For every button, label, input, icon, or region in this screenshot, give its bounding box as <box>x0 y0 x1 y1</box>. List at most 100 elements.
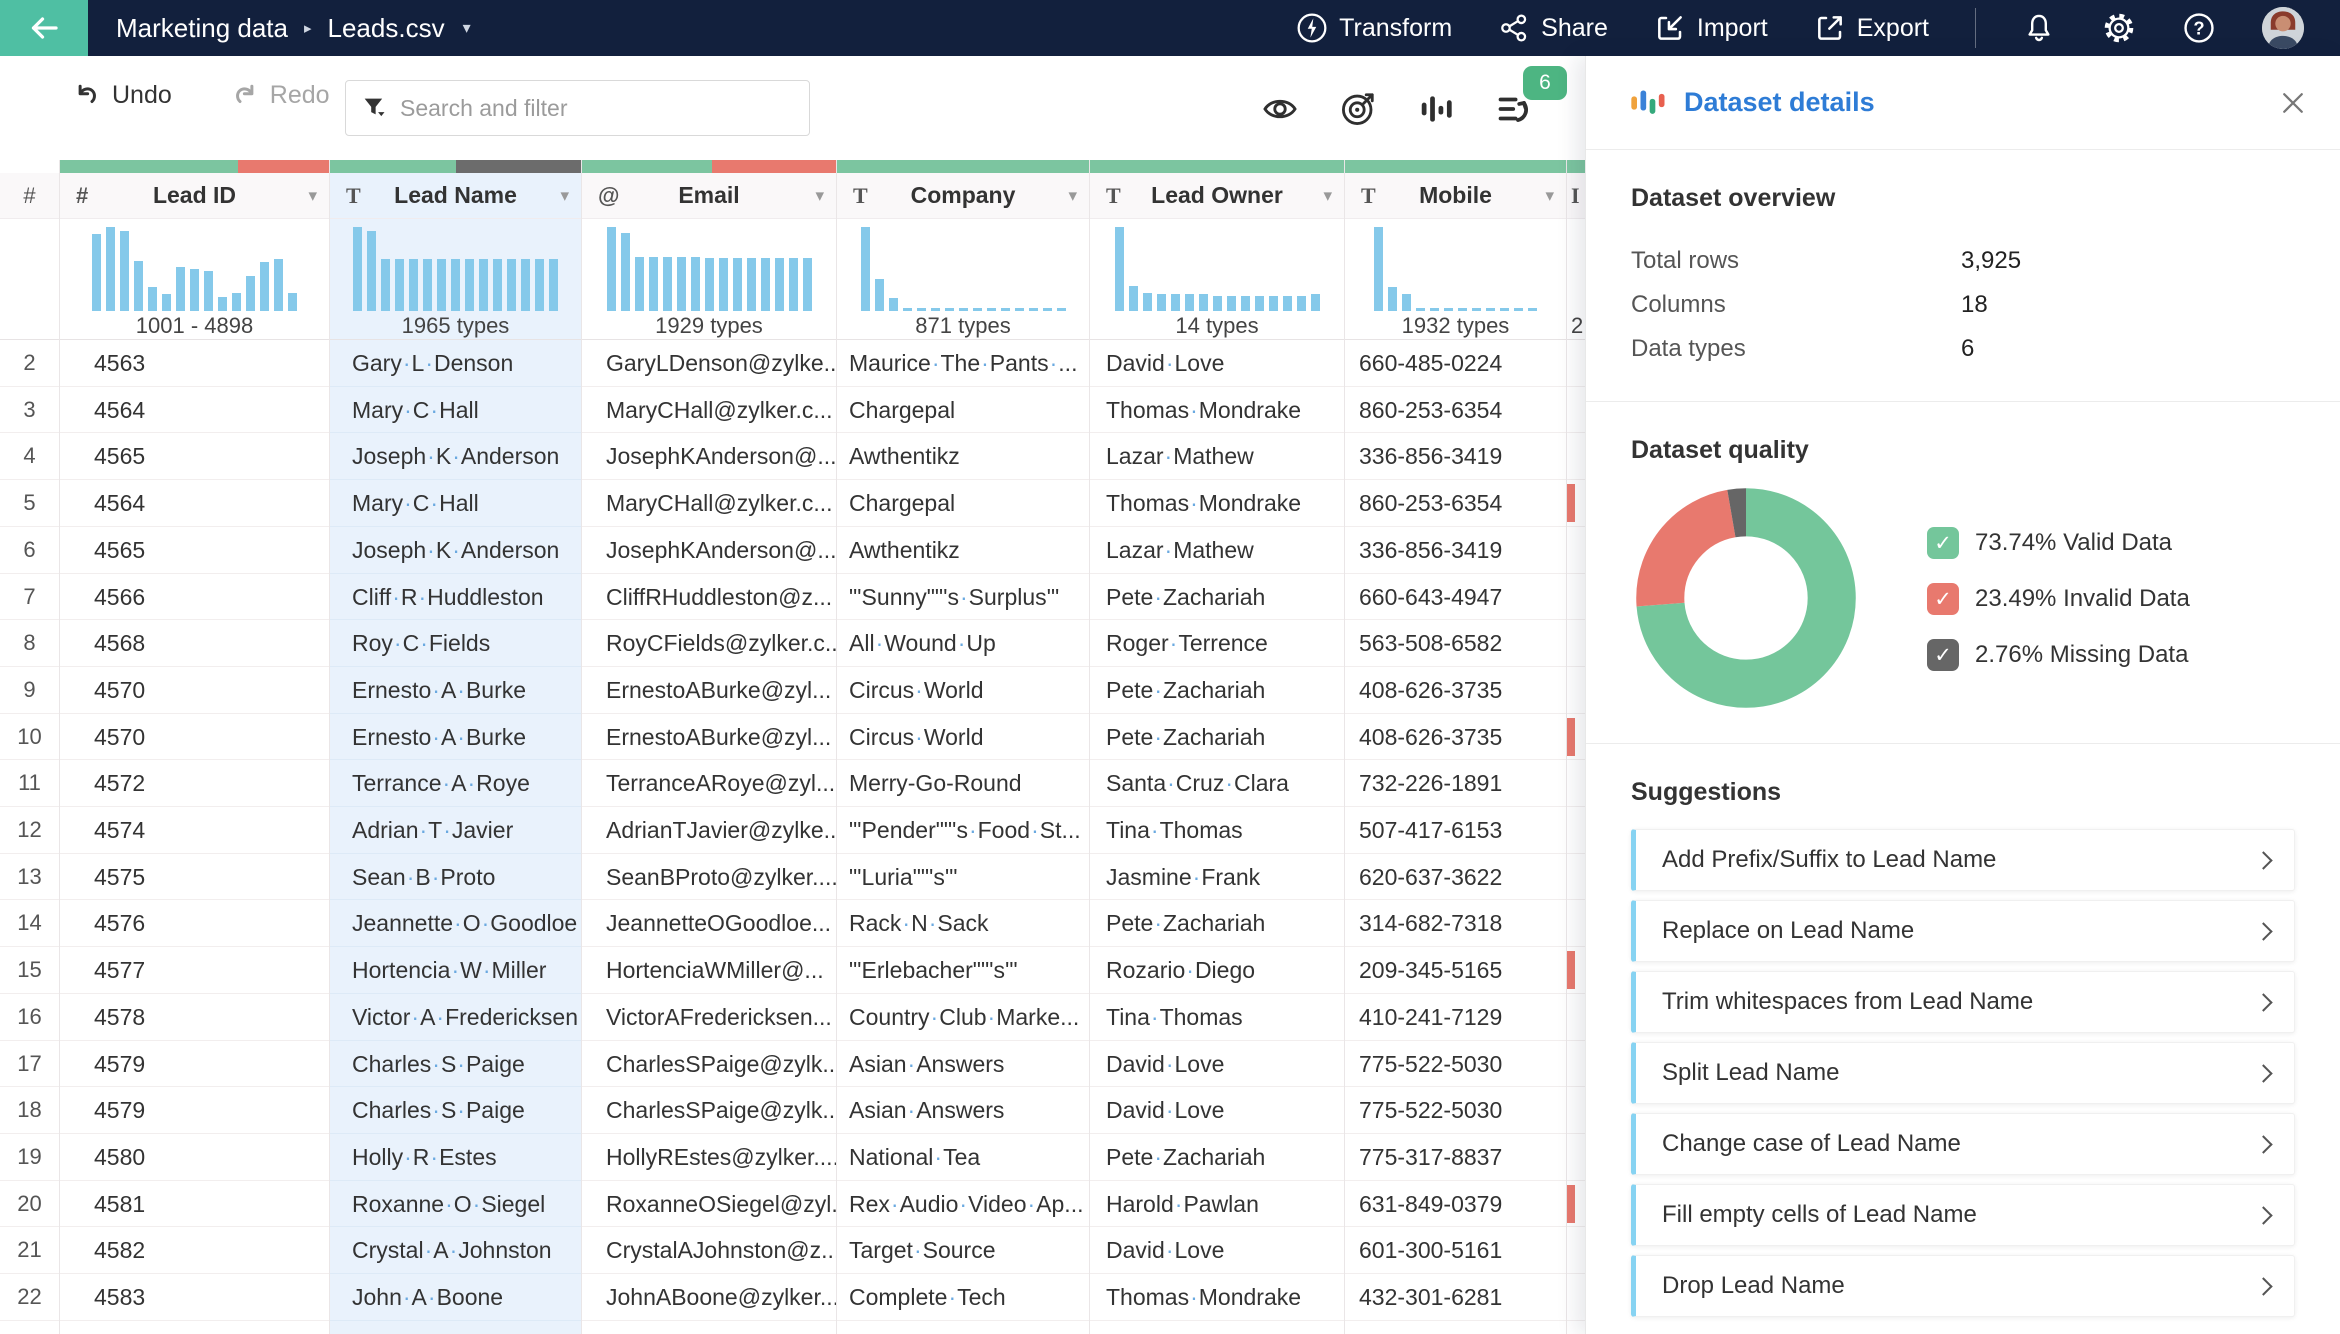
cell-lead_id[interactable]: 4565 <box>60 526 329 574</box>
cell-company[interactable]: Awthentikz <box>837 433 1089 481</box>
cell-mobile[interactable]: 209-345-5165 <box>1345 947 1566 994</box>
cell-email[interactable]: SeanBProto@zylker.... <box>582 853 836 901</box>
cell-lead_name[interactable]: Roy·C·Fields <box>330 620 581 667</box>
settings-button[interactable] <box>2102 11 2136 45</box>
cell-email[interactable]: ErnestoABurke@zyl... <box>582 713 836 761</box>
cell-owner[interactable]: Tina·Thomas <box>1090 807 1344 854</box>
cell-lead_id[interactable]: 4575 <box>60 853 329 901</box>
cell-owner[interactable]: Roger·Terrence <box>1090 620 1344 667</box>
cell-company[interactable]: Country·Club·Marke... <box>837 993 1089 1041</box>
legend-checkbox-icon[interactable]: ✓ <box>1927 527 1959 559</box>
cell-email[interactable]: MaryCHall@zylker.c... <box>582 386 836 434</box>
row-number[interactable]: 16 <box>0 993 59 1041</box>
cell-lead_name[interactable]: Gary·L·Denson <box>330 340 581 387</box>
cell-mobile[interactable]: 314-682-7318 <box>1345 900 1566 948</box>
cell-lead_id[interactable]: 4582 <box>60 1227 329 1275</box>
row-number[interactable]: 7 <box>0 573 59 621</box>
cell-owner[interactable]: Tina·Thomas <box>1090 993 1344 1041</box>
cell-company[interactable]: Circus·World <box>837 713 1089 761</box>
goals-button[interactable] <box>1339 90 1377 128</box>
cell-mobile[interactable]: 410-241-7129 <box>1345 993 1566 1041</box>
cell-mobile[interactable]: 408-626-3735 <box>1345 713 1566 761</box>
cell-lead_id[interactable]: 4579 <box>60 1040 329 1088</box>
cell-email[interactable]: GaryLDenson@zylke... <box>582 340 836 387</box>
row-number[interactable]: 2 <box>0 340 59 387</box>
cell-lead_id[interactable]: 4578 <box>60 993 329 1041</box>
cell-mobile[interactable]: 775-522-5030 <box>1345 1087 1566 1134</box>
column-menu-caret-icon[interactable]: ▾ <box>1323 186 1332 206</box>
cell-mobile[interactable]: 408-626-3735 <box>1345 666 1566 714</box>
cell-email[interactable]: RoyCFields@zylker.c... <box>582 620 836 667</box>
cell-email[interactable]: HollyREstes@zylker.... <box>582 1133 836 1181</box>
cell-email[interactable]: MaryCHall@zylker.c... <box>582 480 836 527</box>
cell-email[interactable]: CrystalAJohnston@z... <box>582 1227 836 1275</box>
cell-company[interactable]: Target·Source <box>837 1227 1089 1275</box>
cell-email[interactable]: HortenciaWMiller@... <box>582 947 836 994</box>
cell-mobile[interactable]: 256-756-9499 <box>1345 1320 1566 1334</box>
cell-owner[interactable]: Pete·Zachariah <box>1090 900 1344 948</box>
cell-lead_name[interactable]: Adrian·T·Javier <box>330 807 581 854</box>
cell-mobile[interactable]: 660-485-0224 <box>1345 340 1566 387</box>
cell-lead_id[interactable]: 4580 <box>60 1133 329 1181</box>
row-number[interactable]: 15 <box>0 947 59 994</box>
cell-company[interactable]: Complete·Tech <box>837 1274 1089 1321</box>
cell-email[interactable]: JosephKAnderson@... <box>582 526 836 574</box>
cell-company[interactable]: "'Luria""'s'" <box>837 853 1089 901</box>
cell-mobile[interactable]: 620-637-3622 <box>1345 853 1566 901</box>
row-number[interactable]: 17 <box>0 1040 59 1088</box>
cell-email[interactable]: RoxanneOSiegel@zyl... <box>582 1180 836 1228</box>
cell-lead_name[interactable]: Victor·A·Fredericksen <box>330 993 581 1041</box>
cell-company[interactable]: Awthentikz <box>837 526 1089 574</box>
cell-company[interactable]: "'Erlebacher""'s'" <box>837 947 1089 994</box>
cell-mobile[interactable]: 631-849-0379 <box>1345 1180 1566 1228</box>
cell-email[interactable]: VictorAFredericksen... <box>582 993 836 1041</box>
cell-lead_name[interactable]: Ernesto·A·Burke <box>330 713 581 761</box>
row-number[interactable]: 13 <box>0 853 59 901</box>
cell-owner[interactable]: Rozario·Diego <box>1090 947 1344 994</box>
cell-owner[interactable]: Lazar·Mathew <box>1090 526 1344 574</box>
column-menu-caret-icon[interactable]: ▾ <box>1545 186 1554 206</box>
cell-lead_id[interactable]: 4568 <box>60 620 329 667</box>
row-number[interactable]: 3 <box>0 386 59 434</box>
notifications-button[interactable] <box>2022 11 2056 45</box>
cell-company[interactable]: Circus·World <box>837 666 1089 714</box>
row-number[interactable]: 6 <box>0 526 59 574</box>
row-number[interactable]: 12 <box>0 807 59 854</box>
cell-lead_name[interactable]: Roxanne·O·Siegel <box>330 1180 581 1228</box>
cell-lead_name[interactable]: Joseph·K·Anderson <box>330 526 581 574</box>
cell-email[interactable]: CliffRHuddleston@z... <box>582 573 836 621</box>
help-button[interactable]: ? <box>2182 11 2216 45</box>
cell-lead_name[interactable]: Ernesto·A·Burke <box>330 666 581 714</box>
cell-mobile[interactable]: 775-522-5030 <box>1345 1040 1566 1088</box>
cell-email[interactable]: JosephKAnderson@... <box>582 433 836 481</box>
cell-lead_id[interactable]: 4581 <box>60 1180 329 1228</box>
search-input[interactable] <box>400 94 780 122</box>
cell-owner[interactable]: David·Love <box>1090 1087 1344 1134</box>
column-header-lead_id[interactable]: Lead ID # ▾ <box>60 173 329 219</box>
column-menu-caret-icon[interactable]: ▾ <box>1068 186 1077 206</box>
cell-mobile[interactable]: 660-643-4947 <box>1345 573 1566 621</box>
cell-lead_name[interactable]: Crystal·A·Johnston <box>330 1227 581 1275</box>
import-button[interactable]: Import <box>1654 12 1768 44</box>
cell-lead_id[interactable]: 4564 <box>60 386 329 434</box>
cell-email[interactable]: TracyRJohnson@zylk... <box>582 1320 836 1334</box>
cell-lead_name[interactable]: Mary·C·Hall <box>330 386 581 434</box>
cell-mobile[interactable]: 601-300-5161 <box>1345 1227 1566 1275</box>
cell-lead_name[interactable]: Cliff·R·Huddleston <box>330 573 581 621</box>
legend-checkbox-icon[interactable]: ✓ <box>1927 639 1959 671</box>
column-header-lead_name[interactable]: Lead Name T ▾ <box>330 173 581 219</box>
file-menu-caret-icon[interactable]: ▾ <box>463 18 471 38</box>
user-avatar[interactable] <box>2262 7 2304 49</box>
cell-mobile[interactable]: 860-253-6354 <box>1345 480 1566 527</box>
row-number[interactable]: 18 <box>0 1087 59 1134</box>
cell-lead_name[interactable]: Jeannette·O·Goodloe <box>330 900 581 948</box>
row-number[interactable]: 23 <box>0 1320 59 1334</box>
row-number[interactable]: 5 <box>0 480 59 527</box>
cell-lead_id[interactable]: 4583 <box>60 1274 329 1321</box>
cell-lead_id[interactable]: 4576 <box>60 900 329 948</box>
row-number[interactable]: 20 <box>0 1180 59 1228</box>
suggestion-card[interactable]: Change case of Lead Name <box>1631 1113 2295 1175</box>
cell-lead_id[interactable]: 4574 <box>60 807 329 854</box>
undo-button[interactable]: Undo <box>72 80 172 110</box>
cell-company[interactable]: Rex·Audio·Video·Ap... <box>837 1180 1089 1228</box>
